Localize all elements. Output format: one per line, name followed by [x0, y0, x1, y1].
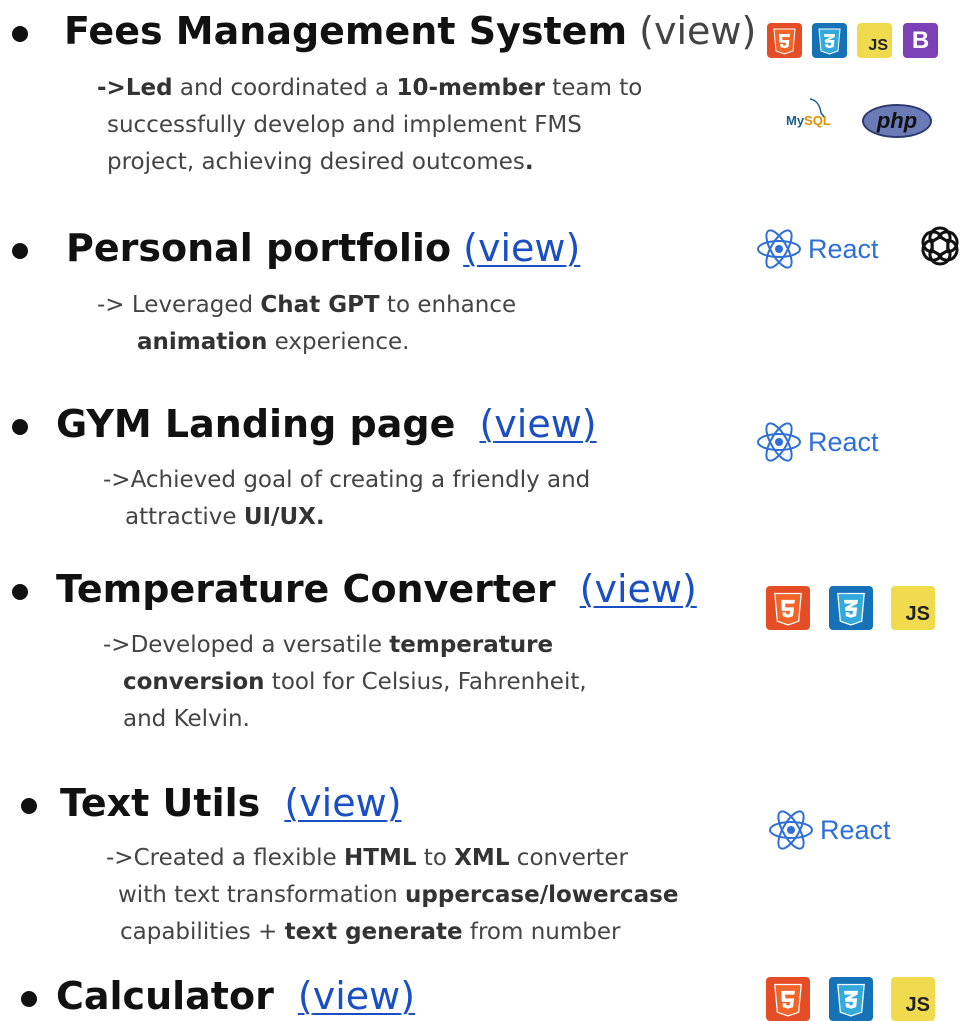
css3-icon	[812, 23, 847, 58]
css3-icon	[829, 977, 873, 1021]
project-description: ->Led and coordinated a 10-member team t…	[97, 70, 642, 181]
desc-line: ->Led and coordinated a 10-member team t…	[97, 75, 643, 101]
js-icon: JS	[891, 586, 935, 630]
bullet	[12, 419, 28, 435]
desc-line: ->Developed a versatile temperature	[103, 632, 554, 658]
react-icon	[757, 229, 801, 269]
project-title-line: Calculator (view)	[56, 973, 415, 1019]
project-title-line: GYM Landing page (view)	[56, 401, 597, 447]
js-icon: JS	[891, 977, 935, 1021]
react-logo: React	[756, 421, 879, 463]
project-title: Fees Management System	[64, 9, 628, 53]
mysql-icon: MySQL	[786, 98, 831, 128]
react-logo: React	[756, 228, 879, 270]
view-link[interactable]: (view)	[298, 974, 415, 1018]
css3-icon	[829, 586, 873, 630]
react-logo: React	[768, 809, 891, 851]
bullet	[12, 243, 28, 259]
view-label[interactable]: (view)	[639, 9, 756, 53]
view-link[interactable]: (view)	[463, 226, 580, 270]
bullet	[21, 798, 37, 814]
project-description: ->Achieved goal of creating a friendly a…	[103, 462, 590, 536]
project-title: Temperature Converter	[56, 567, 556, 611]
desc-line: capabilities + text generate from number	[120, 919, 621, 945]
desc-line: conversion tool for Celsius, Fahrenheit,	[123, 669, 587, 695]
view-link[interactable]: (view)	[284, 781, 401, 825]
desc-line: and Kelvin.	[123, 706, 250, 732]
chatgpt-icon	[916, 222, 964, 270]
react-icon	[757, 422, 801, 462]
project-title-line: Text Utils (view)	[60, 780, 402, 826]
desc-line: ->Achieved goal of creating a friendly a…	[103, 467, 591, 493]
view-link[interactable]: (view)	[580, 567, 697, 611]
project-title: Calculator	[56, 974, 274, 1018]
bullet	[21, 991, 37, 1007]
view-link[interactable]: (view)	[479, 402, 596, 446]
project-description: -> Leveraged Chat GPT to enhance animati…	[97, 287, 516, 361]
project-title-line: Fees Management System (view)	[64, 8, 756, 54]
html5-icon	[767, 23, 802, 58]
bullet	[12, 26, 28, 42]
desc-line: successfully develop and implement FMS	[107, 112, 582, 138]
project-description: ->Created a flexible HTML to XML convert…	[106, 840, 678, 951]
bootstrap-icon: B	[903, 23, 938, 58]
desc-line: with text transformation uppercase/lower…	[118, 882, 679, 908]
desc-line: -> Leveraged Chat GPT to enhance	[97, 292, 517, 318]
desc-line: ->Created a flexible HTML to XML convert…	[106, 845, 628, 871]
html5-icon	[766, 586, 810, 630]
js-icon: JS	[857, 23, 892, 58]
desc-line: attractive UI/UX.	[125, 504, 325, 530]
php-icon: php	[862, 104, 932, 138]
desc-line: animation experience.	[137, 329, 410, 355]
project-title: Text Utils	[60, 781, 261, 825]
project-title-line: Temperature Converter (view)	[56, 566, 697, 612]
desc-line: project, achieving desired outcomes.	[107, 149, 534, 175]
html5-icon	[766, 977, 810, 1021]
project-title-line: Personal portfolio (view)	[66, 225, 580, 271]
project-description: ->Developed a versatile temperature conv…	[103, 627, 587, 738]
react-icon	[769, 810, 813, 850]
bullet	[12, 584, 28, 600]
project-title: GYM Landing page	[56, 402, 456, 446]
project-title: Personal portfolio	[66, 226, 452, 270]
